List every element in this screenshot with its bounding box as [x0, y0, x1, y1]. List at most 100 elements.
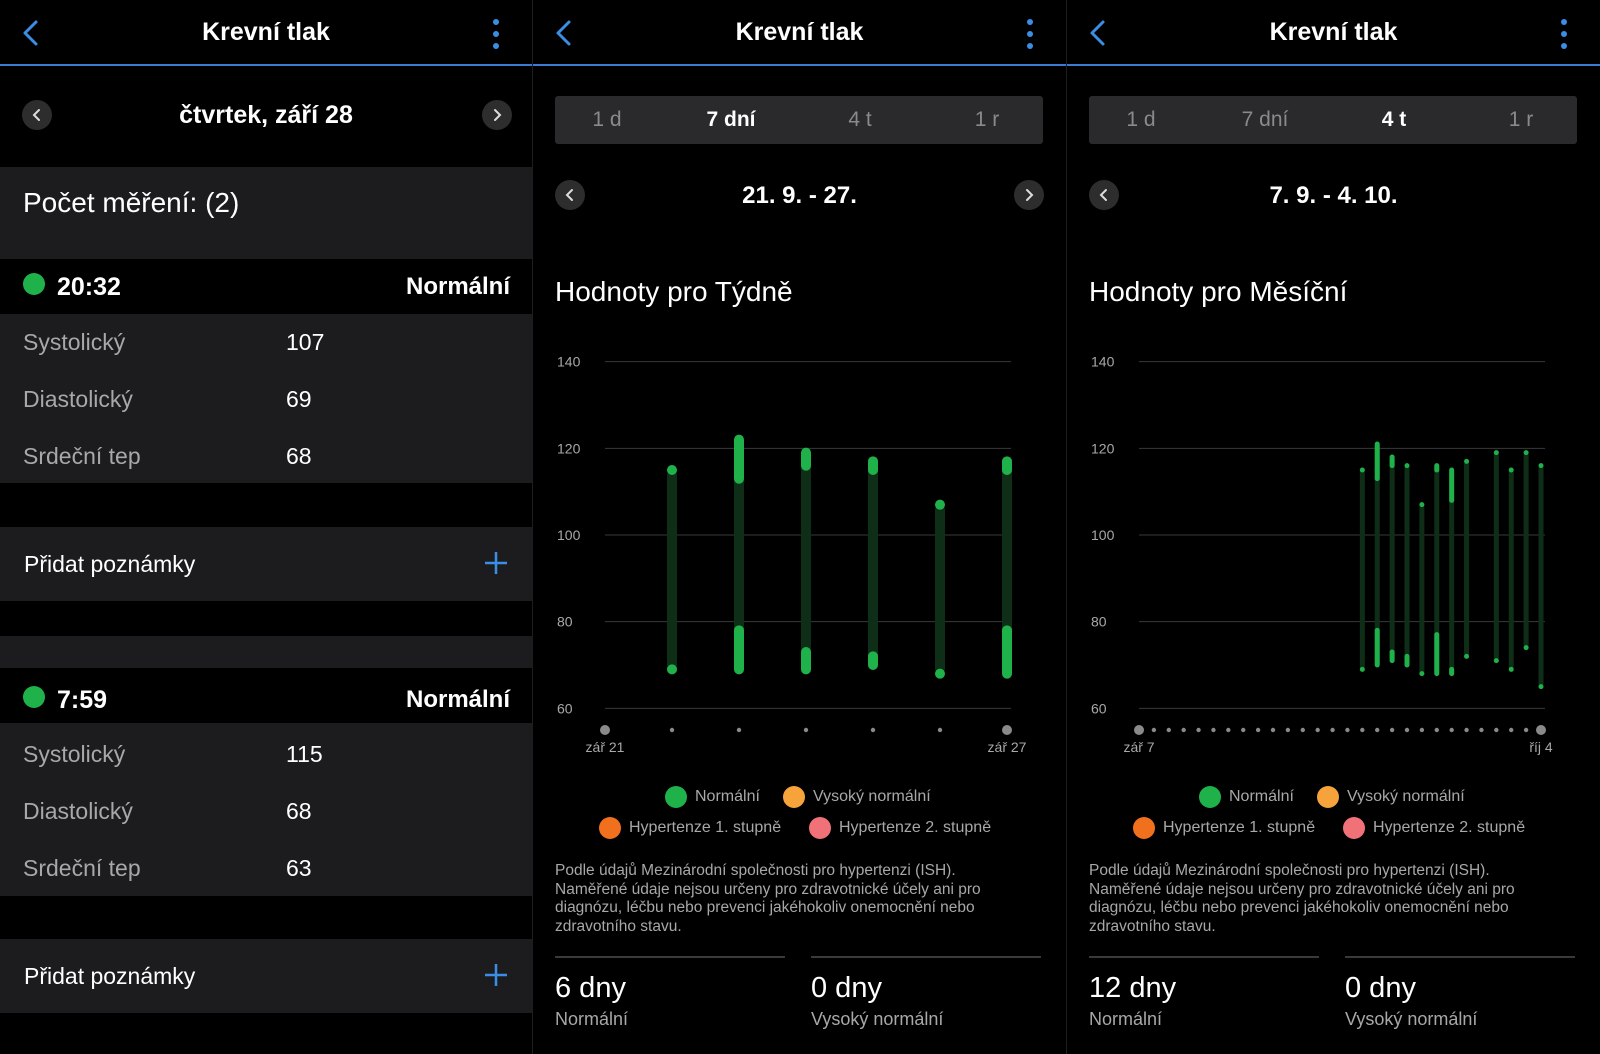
x-axis-dot [1509, 727, 1514, 733]
y-tick-label: 60 [557, 700, 573, 716]
more-menu-icon[interactable] [490, 18, 502, 50]
systolic-mark [1449, 467, 1455, 503]
stat-label: Vysoký normální [1345, 1009, 1478, 1029]
stat-normal: 6 dny Normální [555, 956, 785, 1030]
plus-icon [485, 552, 507, 574]
x-axis-dot [1345, 727, 1350, 733]
x-tick-label: zář 21 [586, 739, 625, 755]
screen-weekly: Krevní tlak 1 d 7 dní 4 t 1 r 21. 9. - 2… [533, 0, 1066, 1054]
x-axis-dot [1285, 727, 1291, 733]
systolic-mark [868, 456, 878, 475]
diastolic-mark [1404, 653, 1410, 668]
diastolic-mark [1538, 684, 1544, 690]
measurement-row: Srdeční tep 68 [0, 427, 532, 484]
add-notes-button[interactable]: Přidat poznámky [0, 527, 532, 601]
x-axis-dot [1404, 727, 1410, 733]
x-axis-dot [1181, 727, 1186, 733]
tab-1d[interactable]: 1 d [547, 108, 667, 132]
range-track [935, 504, 945, 674]
legend-row: Hypertenze 1. stupně Hypertenze 2. stupn… [533, 816, 1066, 842]
tab-4-weeks[interactable]: 4 t [800, 108, 920, 132]
legend-label: Hypertenze 2. stupně [1373, 819, 1526, 836]
x-axis-dot [1211, 727, 1216, 733]
more-menu-icon[interactable] [1558, 18, 1570, 50]
systolic-mark [1464, 458, 1470, 464]
page-title: Krevní tlak [735, 18, 864, 46]
add-notes-label: Přidat poznámky [24, 963, 196, 989]
stat-label: Vysoký normální [811, 1009, 944, 1029]
x-axis-dot [1226, 727, 1231, 733]
row-label: Srdeční tep [23, 443, 141, 469]
chevron-right-icon [1026, 189, 1034, 201]
range-track [1419, 504, 1425, 674]
tab-4-weeks[interactable]: 4 t [1334, 108, 1454, 132]
x-axis-dot [1419, 727, 1425, 733]
app-header: Krevní tlak [0, 0, 532, 66]
measurement-row: Systolický 107 [0, 313, 532, 370]
add-notes-label: Přidat poznámky [24, 551, 196, 577]
x-axis-dot [736, 727, 742, 733]
y-tick-label: 140 [557, 354, 581, 370]
y-tick-label: 80 [557, 614, 573, 630]
stat-label: Normální [1089, 1009, 1163, 1029]
y-tick-label: 100 [1091, 527, 1115, 543]
systolic-mark [667, 465, 677, 475]
tab-7-days[interactable]: 7 dní [671, 108, 791, 132]
legend-row: Normální Vysoký normální [1067, 785, 1600, 811]
row-label: Srdeční tep [23, 855, 141, 881]
disclaimer-text: Podle údajů Mezinárodní společnosti pro … [555, 862, 981, 935]
row-value: 68 [286, 798, 312, 824]
legend-label: Vysoký normální [813, 788, 931, 805]
date-range: 7. 9. - 4. 10. [1269, 182, 1398, 209]
legend-swatch [1343, 817, 1365, 839]
x-axis-dot [1479, 727, 1484, 733]
diastolic-mark [1493, 658, 1499, 664]
systolic-mark [1419, 502, 1425, 508]
range-track [1464, 461, 1470, 657]
measurement-row: Srdeční tep 63 [0, 839, 532, 896]
tab-7-days[interactable]: 7 dní [1205, 108, 1325, 132]
x-axis-dot [1196, 727, 1201, 733]
x-axis-dot [803, 727, 809, 733]
stat-high-normal: 0 dny Vysoký normální [811, 956, 1041, 1030]
row-label: Diastolický [23, 798, 133, 824]
diastolic-mark [1434, 632, 1440, 677]
diastolic-mark [801, 647, 811, 675]
add-notes-button[interactable]: Přidat poznámky [0, 939, 532, 1013]
diastolic-mark [1419, 671, 1425, 677]
next-range-button[interactable] [1014, 180, 1044, 210]
systolic-mark [1002, 456, 1012, 475]
tab-1d[interactable]: 1 d [1081, 108, 1201, 132]
measurement-header[interactable]: 7:59 Normální [0, 668, 532, 723]
status-dot [23, 686, 45, 708]
x-tick-label: říj 4 [1529, 739, 1553, 755]
range-track [1508, 470, 1514, 670]
bp-range-chart: 60 80 100 120 140 zář 7 říj 4 [1091, 354, 1553, 755]
x-axis-dot [1330, 727, 1335, 733]
systolic-mark [1523, 450, 1529, 456]
row-value: 63 [286, 855, 312, 881]
diastolic-mark [1389, 649, 1395, 664]
x-axis-dot [1375, 727, 1380, 733]
next-day-button[interactable] [482, 100, 512, 130]
y-tick-label: 140 [1091, 354, 1115, 370]
x-axis-dot [1300, 727, 1305, 733]
page-title: Krevní tlak [1269, 18, 1398, 46]
measurement-header[interactable]: 20:32 Normální [0, 259, 532, 314]
range-track [1404, 465, 1410, 665]
row-label: Systolický [23, 329, 126, 355]
legend-swatch [809, 817, 831, 839]
x-axis-dot [1449, 727, 1454, 733]
legend-label: Normální [695, 788, 760, 805]
range-track [667, 470, 677, 670]
measurement-status: Normální [405, 686, 510, 713]
tab-1-year[interactable]: 1 r [1461, 108, 1581, 132]
stat-high-normal: 0 dny Vysoký normální [1345, 956, 1575, 1030]
x-axis-dot [1151, 727, 1157, 733]
stat-label: Normální [555, 1009, 629, 1029]
tab-1-year[interactable]: 1 r [927, 108, 1047, 132]
y-tick-label: 100 [557, 527, 581, 543]
more-menu-icon[interactable] [1024, 18, 1036, 50]
section-title: Hodnoty pro Týdně [555, 276, 793, 307]
legend-label: Hypertenze 1. stupně [1163, 819, 1316, 836]
